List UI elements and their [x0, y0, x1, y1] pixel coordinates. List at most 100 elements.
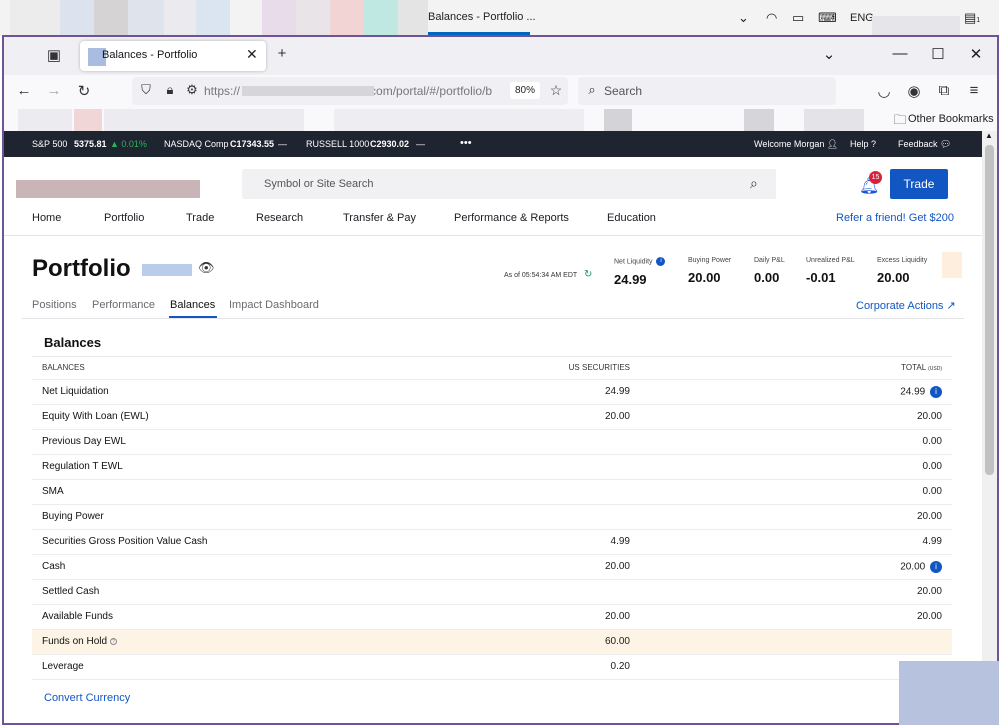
lock-icon[interactable]: 🔒︎: [160, 82, 180, 98]
nav-education[interactable]: Education: [607, 212, 656, 224]
info-icon[interactable]: i: [930, 560, 942, 573]
nav-performance-reports[interactable]: Performance & Reports: [454, 212, 569, 224]
page-title: Portfolio: [32, 255, 131, 282]
balances-card-title: Balances: [44, 335, 102, 350]
browser-search[interactable]: ⌕ Search: [578, 77, 836, 105]
minimize-icon[interactable]: —: [890, 45, 910, 62]
table-row: SMA 0.00: [32, 479, 952, 505]
browser-tab[interactable]: Balances - Portfolio ✕: [80, 41, 266, 71]
ticker-sp500-label[interactable]: S&P 500: [32, 139, 67, 149]
info-icon[interactable]: i: [656, 257, 666, 266]
nav-portfolio[interactable]: Portfolio: [104, 212, 144, 224]
close-window-icon[interactable]: ✕: [966, 45, 986, 63]
folder-icon[interactable]: 🗀︎: [890, 111, 910, 133]
account-selector[interactable]: [142, 264, 192, 276]
refresh-icon[interactable]: ↻: [584, 269, 592, 280]
site-search-input[interactable]: Symbol or Site Search ⌕: [242, 169, 776, 199]
bookmark-star-icon[interactable]: ☆: [546, 82, 566, 99]
logo[interactable]: [16, 180, 200, 198]
permissions-icon[interactable]: ⚙: [182, 82, 202, 98]
metrics-overflow-indicator[interactable]: [942, 252, 962, 278]
menu-icon[interactable]: ≡: [964, 82, 984, 99]
pocket-icon[interactable]: ◡: [874, 82, 894, 100]
other-bookmarks[interactable]: Other Bookmarks: [908, 113, 994, 125]
maximize-icon[interactable]: ☐: [928, 45, 948, 63]
as-of-timestamp: As of 05:54:34 AM EDT: [504, 272, 578, 279]
row-us-value: 4.99: [432, 529, 640, 555]
back-icon[interactable]: ←: [14, 82, 34, 99]
feedback-link[interactable]: Feedback 💬︎: [898, 139, 951, 150]
scroll-thumb[interactable]: [985, 145, 994, 475]
close-tab-icon[interactable]: ✕: [246, 46, 258, 63]
corporate-actions-text: Corporate Actions: [856, 300, 944, 312]
tab-performance[interactable]: Performance: [92, 299, 155, 311]
ticker-russell-value: C2930.02: [370, 139, 409, 149]
table-row: Cash 20.00 20.00 i: [32, 554, 952, 580]
metric-value: 20.00: [877, 270, 910, 285]
nav-trade[interactable]: Trade: [186, 212, 214, 224]
taskbar-window-title[interactable]: Balances - Portfolio ...: [428, 11, 536, 23]
nav-research[interactable]: Research: [256, 212, 303, 224]
row-label: Securities Gross Position Value Cash: [32, 529, 432, 555]
blurred-taskbar-item: [296, 0, 330, 36]
metric-value: -0.01: [806, 270, 836, 285]
row-label: Cash: [32, 554, 432, 580]
nav-transfer-pay[interactable]: Transfer & Pay: [343, 212, 416, 224]
ticker-nasdaq-label[interactable]: NASDAQ Comp: [164, 139, 229, 149]
scroll-up-icon[interactable]: ▲: [985, 131, 993, 140]
chevron-up-icon[interactable]: ⌄: [738, 10, 749, 26]
table-row: Funds on Hold ? 60.00: [32, 629, 952, 655]
web-page: S&P 500 5375.81 ▲ 0.01% NASDAQ Comp C173…: [4, 131, 982, 723]
table-row: Leverage 0.20: [32, 654, 952, 680]
refer-friend-link[interactable]: Refer a friend! Get $200: [836, 212, 954, 224]
ticker-russell-label[interactable]: RUSSELL 1000: [306, 139, 369, 149]
metric-daily-pnl: Daily P&L 0.00: [754, 257, 785, 285]
keyboard-icon[interactable]: ⌨: [818, 10, 837, 26]
col-header-balances: BALANCES: [32, 357, 432, 380]
eye-slash-icon[interactable]: 👁︎: [198, 260, 215, 276]
wifi-icon[interactable]: ◠: [766, 10, 777, 26]
search-icon[interactable]: ⌕: [750, 175, 758, 192]
scrollbar[interactable]: ▲: [982, 131, 997, 723]
new-tab-icon[interactable]: +: [272, 45, 292, 62]
metric-value: 0.00: [754, 270, 780, 285]
tab-impact-dashboard[interactable]: Impact Dashboard: [229, 299, 319, 311]
row-total-value: [640, 629, 952, 655]
row-us-value: [432, 454, 640, 480]
url-bar[interactable]: ⛉ 🔒︎ ⚙ https://com/portal/#/portfolio/b …: [132, 77, 568, 105]
info-icon[interactable]: i: [930, 385, 942, 398]
row-total-value: 20.00: [640, 604, 952, 630]
metric-label: Excess Liquidity: [877, 257, 928, 264]
corporate-actions-link[interactable]: Corporate Actions ↗: [856, 299, 956, 312]
metric-net-liquidity: Net Liquidity i 24.99: [614, 257, 666, 287]
convert-currency-link[interactable]: Convert Currency: [44, 692, 130, 704]
notification-icon[interactable]: ▤1: [964, 10, 980, 26]
question-icon[interactable]: ?: [109, 637, 117, 645]
help-text: Help: [850, 139, 869, 149]
blurred-bookmark: [804, 109, 864, 131]
help-link[interactable]: Help ?: [850, 139, 876, 149]
metric-excess-liquidity: Excess Liquidity 20.00: [877, 257, 927, 285]
language-indicator[interactable]: ENG: [850, 12, 874, 24]
row-us-value: [432, 429, 640, 455]
nav-home[interactable]: Home: [32, 212, 61, 224]
blurred-taskbar-item: [60, 0, 94, 36]
blurred-bookmark: [74, 109, 102, 131]
account-icon[interactable]: ◉: [904, 82, 924, 100]
table-row: Buying Power 20.00: [32, 504, 952, 530]
tab-balances[interactable]: Balances: [170, 299, 215, 311]
notification-badge: 15: [869, 171, 882, 184]
row-total-value: 4.99: [640, 529, 952, 555]
more-icon[interactable]: •••: [460, 137, 472, 149]
shield-icon[interactable]: ⛉: [136, 82, 156, 98]
trade-button[interactable]: Trade: [890, 169, 948, 199]
tab-positions[interactable]: Positions: [32, 299, 77, 311]
tab-list-chevron-icon[interactable]: ⌄: [819, 45, 839, 63]
welcome-user[interactable]: Welcome Morgan 👤︎: [754, 139, 838, 150]
forward-icon[interactable]: →: [44, 82, 64, 99]
reload-icon[interactable]: ↻: [74, 82, 94, 100]
battery-icon[interactable]: ▭: [792, 10, 804, 26]
zoom-indicator[interactable]: 80%: [510, 82, 541, 99]
tab-overview-icon[interactable]: ▣: [44, 46, 64, 64]
extensions-icon[interactable]: ⧉: [934, 82, 954, 99]
